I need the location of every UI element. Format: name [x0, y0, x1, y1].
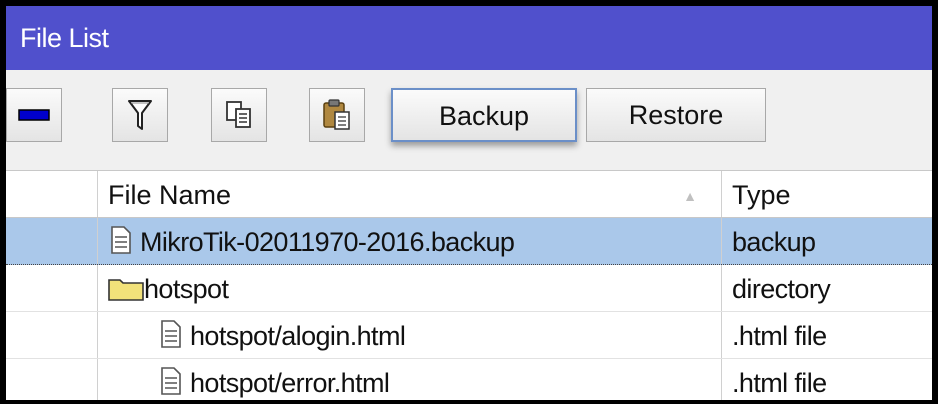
file-name: hotspot/error.html [190, 368, 390, 398]
file-list-window: File List Backup Restore File Name ▲ Typ… [6, 6, 932, 400]
file-name: hotspot/alogin.html [190, 321, 406, 351]
table-row[interactable]: hotspot/alogin.html .html file [6, 312, 932, 359]
copy-button[interactable] [211, 88, 267, 142]
table-header: File Name ▲ Type [6, 171, 932, 218]
file-type: backup [732, 227, 816, 257]
restore-button[interactable]: Restore [586, 88, 766, 142]
column-header-type[interactable]: Type [722, 171, 932, 217]
header-spacer [6, 171, 98, 217]
window-title: File List [6, 6, 932, 70]
file-type: directory [732, 274, 831, 304]
file-name: MikroTik-02011970-2016.backup [140, 227, 515, 257]
filter-icon [128, 100, 152, 130]
filter-button[interactable] [112, 88, 168, 142]
table-row[interactable]: MikroTik-02011970-2016.backup backup [6, 218, 932, 265]
sort-ascending-icon: ▲ [683, 188, 697, 204]
file-icon [111, 226, 131, 254]
table-row[interactable]: hotspot/error.html .html file [6, 359, 932, 400]
backup-button[interactable]: Backup [391, 88, 577, 142]
file-type: .html file [732, 368, 827, 398]
file-type: .html file [732, 321, 827, 351]
column-header-file-name[interactable]: File Name ▲ [98, 171, 722, 217]
copy-icon [226, 101, 251, 128]
remove-button[interactable] [6, 88, 62, 142]
paste-button[interactable] [309, 88, 365, 142]
file-name: hotspot [144, 274, 229, 304]
folder-icon [108, 279, 144, 301]
file-icon [161, 367, 181, 395]
minus-icon [18, 109, 50, 121]
table-row[interactable]: hotspot directory [6, 265, 932, 312]
toolbar: Backup Restore [6, 70, 932, 170]
paste-icon [323, 99, 350, 130]
file-table: File Name ▲ Type MikroTik-02011970-2016.… [6, 170, 932, 400]
file-icon [161, 320, 181, 348]
